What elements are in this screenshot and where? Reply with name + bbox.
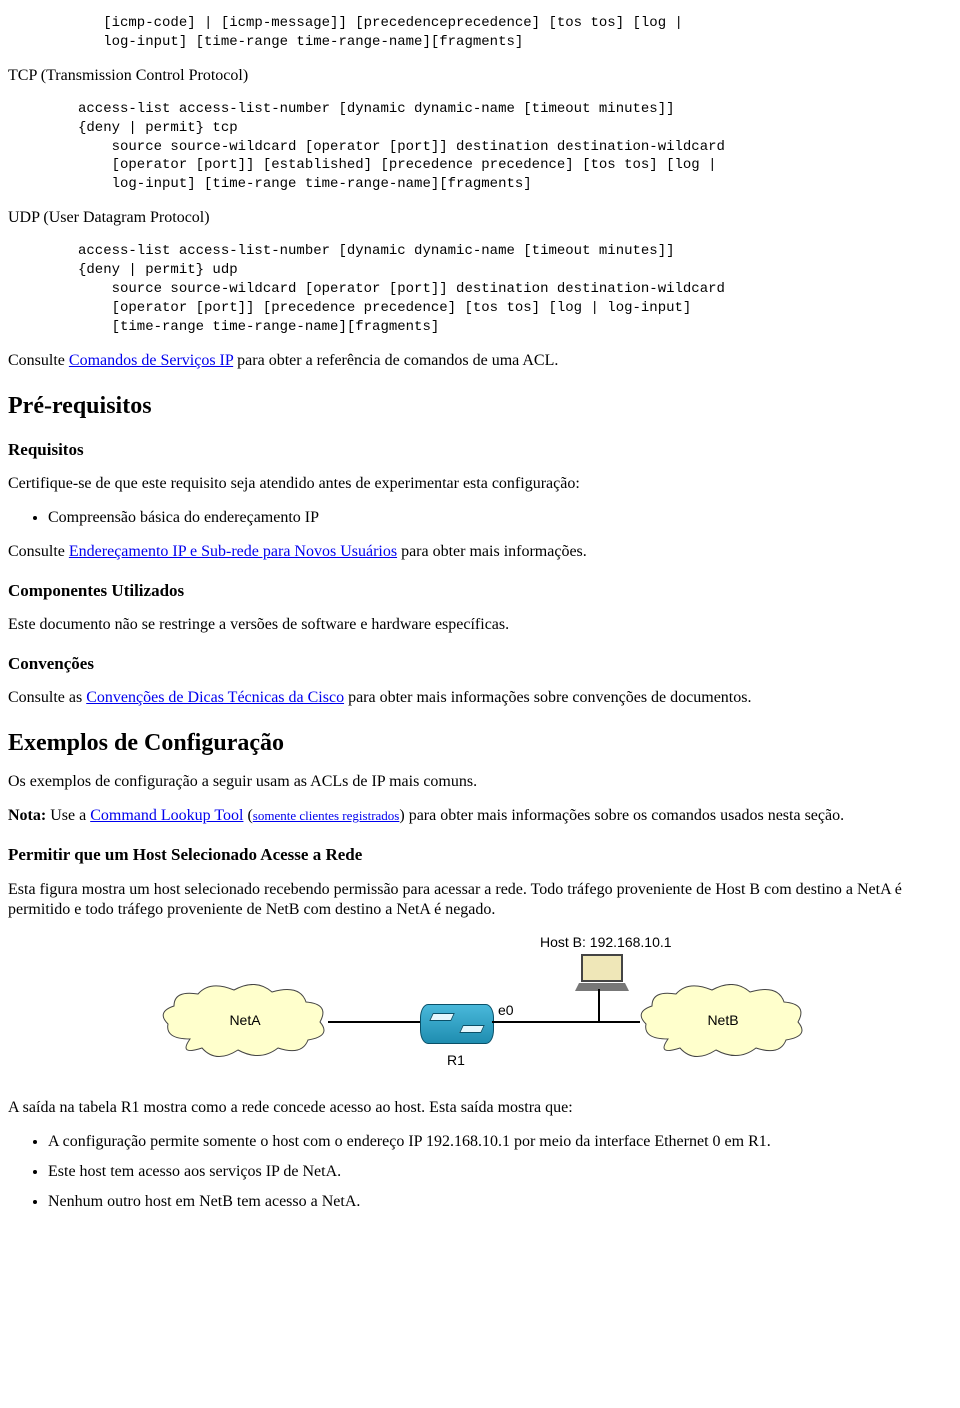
list-requisitos: Compreensão básica do endereçamento IP [8, 508, 952, 528]
heading-pre-requisitos: Pré-requisitos [8, 391, 952, 421]
text: para obter a referência de comandos de u… [233, 352, 558, 369]
laptop-icon [575, 954, 625, 988]
paragraph-exemplos-intro: Os exemplos de configuração a seguir usa… [8, 772, 952, 792]
list-item: Nenhum outro host em NetB tem acesso a N… [48, 1192, 952, 1212]
diagram-wire [598, 989, 600, 1022]
text: Consulte [8, 543, 69, 560]
router-icon [420, 1004, 494, 1044]
paragraph-convencoes: Consulte as Convenções de Dicas Técnicas… [8, 688, 952, 708]
list-item: Compreensão básica do endereçamento IP [48, 508, 952, 528]
list-item: Este host tem acesso aos serviços IP de … [48, 1162, 952, 1182]
link-somente-clientes[interactable]: somente clientes registrados [253, 807, 400, 824]
text: Consulte [8, 352, 69, 369]
diagram-wire [492, 1021, 640, 1023]
code-udp: access-list access-list-number [dynamic … [8, 242, 952, 336]
label-r1: R1 [420, 1052, 492, 1070]
paragraph-enderecamento: Consulte Endereçamento IP e Sub-rede par… [8, 542, 952, 562]
text: Use a [46, 807, 90, 824]
code-tcp: access-list access-list-number [dynamic … [8, 100, 952, 194]
text: ) para obter mais informações sobre os c… [399, 807, 844, 824]
diagram-wire [328, 1021, 420, 1023]
label-netb: NetB [638, 1012, 808, 1030]
paragraph-componentes: Este documento não se restringe a versõe… [8, 615, 952, 635]
label-e0: e0 [498, 1002, 514, 1020]
heading-udp: UDP (User Datagram Protocol) [8, 208, 952, 228]
network-diagram: Host B: 192.168.10.1 NetA e0 NetB R1 [160, 934, 800, 1084]
paragraph-certifique: Certifique-se de que este requisito seja… [8, 474, 952, 494]
label-neta: NetA [160, 1012, 330, 1030]
text: ( [243, 807, 252, 824]
link-enderecamento-ip[interactable]: Endereçamento IP e Sub-rede para Novos U… [69, 543, 397, 560]
heading-componentes-utilizados: Componentes Utilizados [8, 580, 952, 601]
label-nota: Nota: [8, 807, 46, 824]
heading-requisitos: Requisitos [8, 439, 952, 460]
link-comandos-servicos-ip[interactable]: Comandos de Serviços IP [69, 352, 233, 369]
text: para obter mais informações. [397, 543, 587, 560]
list-item: A configuração permite somente o host co… [48, 1132, 952, 1152]
heading-exemplos-configuracao: Exemplos de Configuração [8, 728, 952, 758]
label-host-b: Host B: 192.168.10.1 [540, 934, 672, 952]
cloud-netb: NetB [638, 984, 808, 1059]
cloud-neta: NetA [160, 984, 330, 1059]
link-command-lookup-tool[interactable]: Command Lookup Tool [90, 807, 243, 824]
text: Consulte as [8, 689, 86, 706]
code-icmp-tail: [icmp-code] | [icmp-message]] [precedenc… [8, 14, 952, 52]
text-small: somente clientes registrados [253, 808, 400, 823]
heading-tcp: TCP (Transmission Control Protocol) [8, 66, 952, 86]
link-convencoes-cisco[interactable]: Convenções de Dicas Técnicas da Cisco [86, 689, 344, 706]
paragraph-nota: Nota: Use a Command Lookup Tool (somente… [8, 806, 952, 826]
heading-convencoes: Convenções [8, 653, 952, 674]
paragraph-consulte-comandos: Consulte Comandos de Serviços IP para ob… [8, 351, 952, 371]
heading-permitir-host: Permitir que um Host Selecionado Acesse … [8, 844, 952, 865]
paragraph-permitir-intro: Esta figura mostra um host selecionado r… [8, 880, 952, 920]
list-saida: A configuração permite somente o host co… [8, 1132, 952, 1212]
text: para obter mais informações sobre conven… [344, 689, 751, 706]
paragraph-saida-intro: A saída na tabela R1 mostra como a rede … [8, 1098, 952, 1118]
